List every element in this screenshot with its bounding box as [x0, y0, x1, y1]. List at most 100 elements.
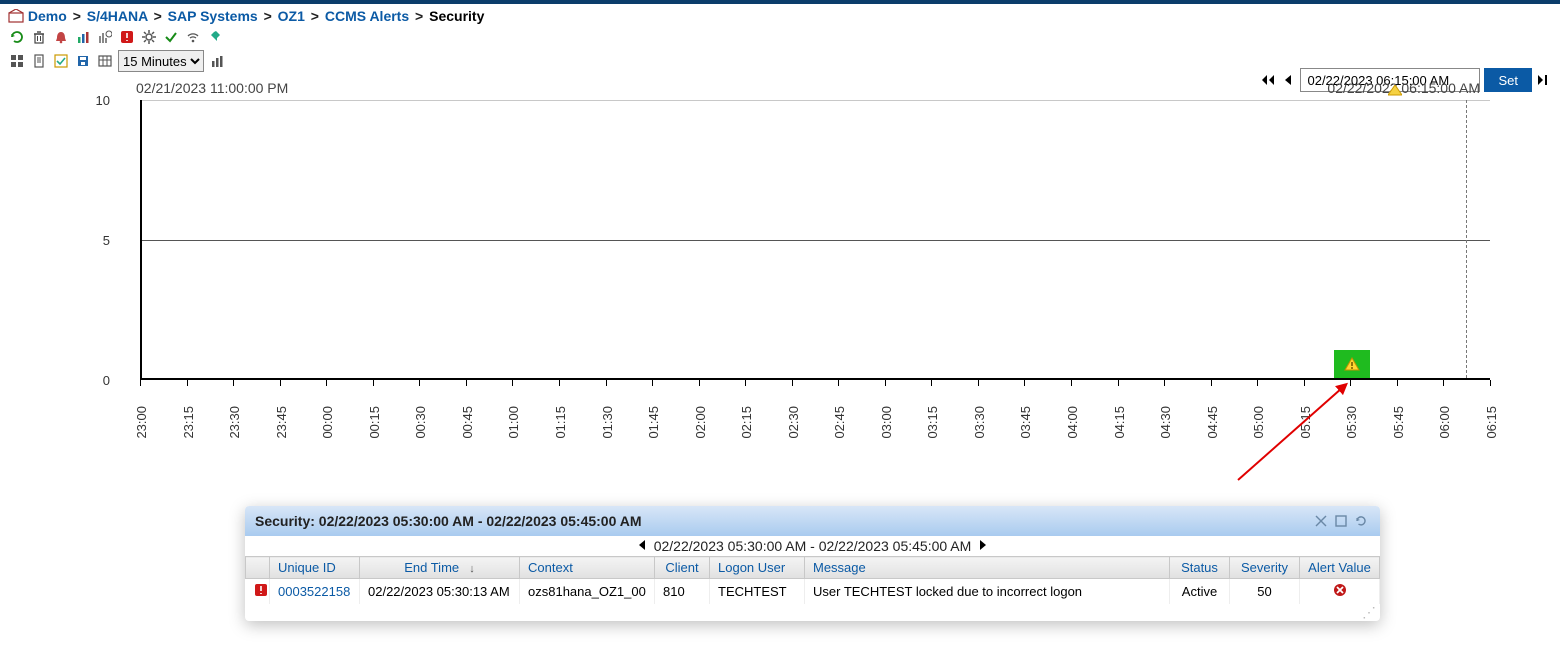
x-tick: 03:45 — [1018, 406, 1033, 439]
col-end-time[interactable]: End Time ↓ — [360, 557, 520, 579]
toolbar-primary — [0, 26, 1560, 48]
x-tick: 02:30 — [786, 406, 801, 439]
subrange-next-icon[interactable] — [979, 538, 987, 554]
bell-icon[interactable] — [52, 28, 70, 46]
table-row[interactable]: 000352215802/22/2023 05:30:13 AMozs81han… — [246, 579, 1380, 605]
y-tick: 5 — [84, 233, 110, 248]
detail-panel: Security: 02/22/2023 05:30:00 AM - 02/22… — [245, 506, 1380, 621]
col-unique-id[interactable]: Unique ID — [270, 557, 360, 579]
wifi-icon[interactable] — [184, 28, 202, 46]
chart-bar[interactable] — [1334, 350, 1370, 378]
subrange-prev-icon[interactable] — [638, 538, 646, 554]
pin-icon[interactable] — [206, 28, 224, 46]
x-tick: 05:30 — [1344, 406, 1359, 439]
resize-handle-icon[interactable]: ⋰ — [245, 604, 1380, 621]
x-tick: 04:45 — [1205, 406, 1220, 439]
col-alert-value[interactable]: Alert Value — [1300, 557, 1380, 579]
col-icon[interactable] — [246, 557, 270, 579]
x-tick: 00:00 — [320, 406, 335, 439]
grid-icon[interactable] — [8, 52, 26, 70]
x-tick: 06:00 — [1437, 406, 1452, 439]
chart-range-end: 02/22/2023 06:15:00 AM — [1327, 80, 1480, 96]
x-tick: 00:30 — [413, 406, 428, 439]
interval-select[interactable]: 15 Minutes — [118, 50, 204, 72]
chart-settings-icon[interactable] — [96, 28, 114, 46]
x-tick: 03:15 — [925, 406, 940, 439]
maximize-icon[interactable] — [1332, 512, 1350, 530]
chart-type-icon[interactable] — [208, 52, 226, 70]
sort-desc-icon: ↓ — [463, 563, 475, 575]
crumb-demo[interactable]: Demo — [28, 8, 67, 24]
bar-chart-icon[interactable] — [74, 28, 92, 46]
subrange-label: 02/22/2023 05:30:00 AM - 02/22/2023 05:4… — [654, 538, 972, 554]
x-tick: 00:15 — [367, 406, 382, 439]
x-tick: 23:45 — [274, 406, 289, 439]
x-tick: 01:15 — [553, 406, 568, 439]
cell-client: 810 — [655, 579, 710, 605]
cell-message: User TECHTEST locked due to incorrect lo… — [805, 579, 1170, 605]
close-icon[interactable] — [1312, 512, 1330, 530]
x-tick: 06:15 — [1484, 406, 1499, 439]
col-severity[interactable]: Severity — [1230, 557, 1300, 579]
breadcrumb: Demo > S/4HANA > SAP Systems > OZ1 > CCM… — [0, 4, 1560, 26]
row-alert-icon — [254, 583, 268, 597]
x-tick: 02:45 — [832, 406, 847, 439]
x-tick: 03:30 — [972, 406, 987, 439]
crumb-current: Security — [429, 8, 484, 24]
x-tick: 05:45 — [1391, 406, 1406, 439]
x-tick: 02:15 — [739, 406, 754, 439]
panel-header[interactable]: Security: 02/22/2023 05:30:00 AM - 02/22… — [245, 506, 1380, 536]
x-tick: 04:00 — [1065, 406, 1080, 439]
refresh-panel-icon[interactable] — [1352, 512, 1370, 530]
x-tick: 01:00 — [506, 406, 521, 439]
crumb-ccms-alerts[interactable]: CCMS Alerts — [325, 8, 409, 24]
alert-table: Unique ID End Time ↓ Context Client Logo… — [245, 556, 1380, 604]
col-message[interactable]: Message — [805, 557, 1170, 579]
x-tick: 01:30 — [600, 406, 615, 439]
x-tick: 03:00 — [879, 406, 894, 439]
col-status[interactable]: Status — [1170, 557, 1230, 579]
y-tick: 10 — [84, 93, 110, 108]
save-icon[interactable] — [74, 52, 92, 70]
y-tick: 0 — [84, 373, 110, 388]
table-icon[interactable] — [96, 52, 114, 70]
x-tick: 23:30 — [227, 406, 242, 439]
tile-alert-icon[interactable] — [118, 28, 136, 46]
x-tick: 04:30 — [1158, 406, 1173, 439]
chart: 02/21/2023 11:00:00 PM 02/22/2023 06:15:… — [8, 80, 1552, 480]
cell-status: Active — [1170, 579, 1230, 605]
x-tick: 23:15 — [181, 406, 196, 439]
x-tick: 04:15 — [1112, 406, 1127, 439]
page-icon[interactable] — [30, 52, 48, 70]
check-list-icon[interactable] — [52, 52, 70, 70]
col-context[interactable]: Context — [520, 557, 655, 579]
gear-icon[interactable] — [140, 28, 158, 46]
panel-subrange: 02/22/2023 05:30:00 AM - 02/22/2023 05:4… — [245, 536, 1380, 556]
crumb-oz1[interactable]: OZ1 — [278, 8, 305, 24]
plot-area[interactable] — [140, 100, 1490, 380]
panel-title: Security: 02/22/2023 05:30:00 AM - 02/22… — [255, 513, 642, 529]
x-tick: 01:45 — [646, 406, 661, 439]
chart-range-start: 02/21/2023 11:00:00 PM — [136, 80, 288, 96]
crumb-sap-systems[interactable]: SAP Systems — [168, 8, 258, 24]
cell-end-time: 02/22/2023 05:30:13 AM — [360, 579, 520, 605]
root-icon — [8, 8, 28, 24]
crumb-s4hana[interactable]: S/4HANA — [87, 8, 148, 24]
x-tick: 00:45 — [460, 406, 475, 439]
x-tick: 05:15 — [1298, 406, 1313, 439]
trash-icon[interactable] — [30, 28, 48, 46]
col-logon-user[interactable]: Logon User — [710, 557, 805, 579]
warning-icon — [1344, 357, 1360, 371]
refresh-icon[interactable] — [8, 28, 26, 46]
col-client[interactable]: Client — [655, 557, 710, 579]
x-tick: 23:00 — [134, 406, 149, 439]
x-tick: 05:00 — [1251, 406, 1266, 439]
cell-severity: 50 — [1230, 579, 1300, 605]
x-axis: 23:0023:1523:3023:4500:0000:1500:3000:45… — [140, 380, 1490, 470]
error-icon — [1333, 583, 1347, 597]
cell-logon-user: TECHTEST — [710, 579, 805, 605]
check-icon[interactable] — [162, 28, 180, 46]
x-tick: 02:00 — [693, 406, 708, 439]
cursor-marker-icon — [1388, 85, 1402, 99]
cell-unique-id[interactable]: 0003522158 — [270, 579, 360, 605]
